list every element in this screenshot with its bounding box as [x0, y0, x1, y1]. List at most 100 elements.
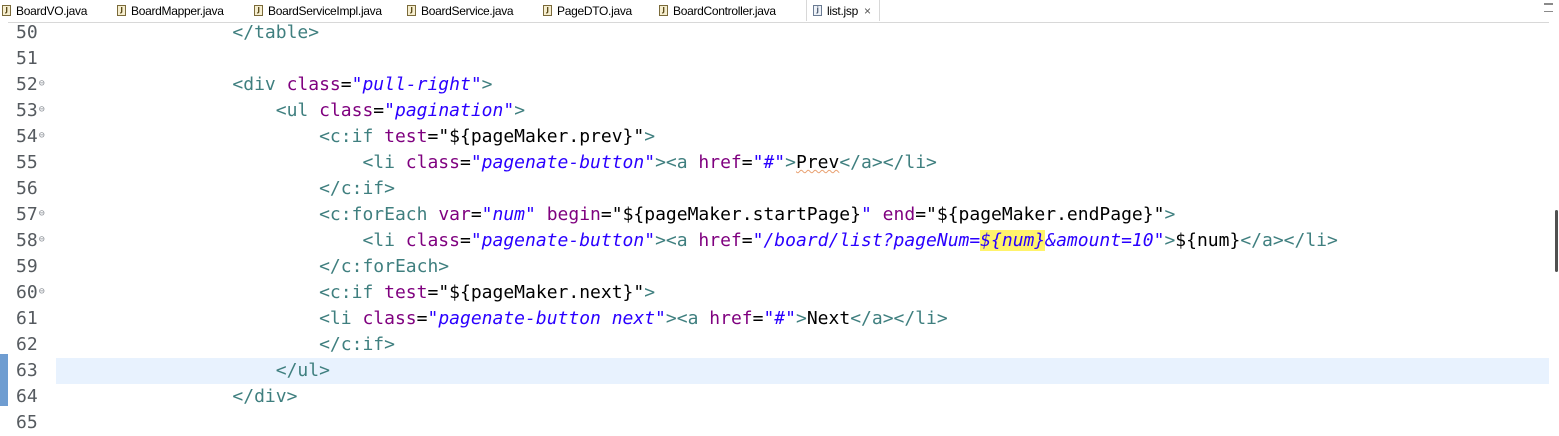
vertical-scrollbar[interactable] [1549, 22, 1559, 415]
line-number: 58⊖ [16, 228, 56, 254]
code-token: > [481, 74, 493, 95]
editor-tab[interactable]: J BoardService.java [407, 0, 514, 21]
line-number: 65 [16, 410, 56, 436]
code-token: "pagenate-button" [470, 230, 656, 251]
code-line: <c:if test="${pageMaker.next}"> [59, 280, 655, 306]
code-token: > [1164, 230, 1176, 251]
code-token: ><a [655, 230, 699, 251]
code-token: = [373, 100, 385, 121]
fold-icon[interactable]: ⊖ [39, 234, 45, 245]
code-token: </c:forEach> [319, 256, 450, 277]
line-number: 52⊖ [16, 72, 56, 98]
line-number: 55 [16, 150, 56, 176]
line-number-text: 57 [16, 204, 38, 225]
minimize-icon[interactable] [1544, 3, 1553, 12]
code-editor[interactable]: 50 </table> 51 52⊖ <div class="pull-right"… [0, 20, 1559, 433]
scrollbar-thumb[interactable] [1555, 210, 1558, 272]
java-file-icon: J [659, 5, 668, 16]
code-token: = [459, 152, 471, 173]
code-line: <li class="pagenate-button"><a href="/bo… [59, 228, 1338, 254]
code-line: </c:forEach> [59, 254, 449, 280]
code-token: "/board/list?pageNum= [752, 230, 981, 251]
tab-label: BoardService.java [421, 3, 514, 18]
code-token: var [438, 204, 471, 225]
code-token: <li [362, 152, 406, 173]
fold-icon[interactable]: ⊖ [39, 208, 45, 219]
code-token: href [698, 152, 742, 173]
editor-tab[interactable]: J PageDTO.java [543, 0, 632, 21]
code-token: </c:if> [319, 178, 395, 199]
line-number-text: 50 [16, 22, 38, 43]
line-number: 57⊖ [16, 202, 56, 228]
code-token: "pagination" [384, 100, 515, 121]
code-token: <c:if [319, 282, 385, 303]
code-token: "num" [481, 204, 536, 225]
line-number-text: 62 [16, 334, 38, 355]
code-token: href [698, 230, 742, 251]
line-number: 63 [16, 358, 56, 384]
code-token: </a></li> [850, 308, 948, 329]
java-file-icon: J [254, 5, 263, 16]
change-ruler [0, 22, 8, 415]
code-token: </a></li> [839, 152, 937, 173]
code-line: <c:forEach var="num" begin="${pageMaker.… [59, 202, 1175, 228]
code-token: " [860, 204, 872, 225]
fold-icon[interactable]: ⊖ [39, 286, 45, 297]
code-token: class [286, 74, 341, 95]
tab-label: BoardController.java [673, 3, 776, 18]
tab-label: PageDTO.java [557, 3, 632, 18]
code-token: end [882, 204, 916, 225]
line-number-text: 52 [16, 74, 38, 95]
code-token: class [319, 100, 374, 121]
code-token: > [644, 282, 656, 303]
line-number-text: 55 [16, 152, 38, 173]
code-line: </table> [59, 20, 319, 46]
editor-tab[interactable]: J BoardController.java [659, 0, 776, 21]
code-line: <li class="pagenate-button next"><a href… [59, 306, 948, 332]
line-number-text: 63 [16, 360, 38, 381]
code-token: > [785, 152, 796, 173]
editor-tab[interactable]: J BoardMapper.java [117, 0, 224, 21]
close-icon[interactable]: × [864, 4, 871, 18]
line-number: 51 [16, 46, 56, 72]
code-token: "#" [763, 308, 796, 329]
line-number: 61 [16, 306, 56, 332]
line-number: 53⊖ [16, 98, 56, 124]
line-number: 64 [16, 384, 56, 410]
code-token: class [405, 152, 460, 173]
code-token: <li [319, 308, 363, 329]
code-line: </div> [59, 384, 297, 410]
tab-label: BoardServiceImpl.java [268, 3, 382, 18]
line-number: 62 [16, 332, 56, 358]
tab-label: BoardVO.java [16, 3, 88, 18]
code-token: </ul> [275, 360, 330, 381]
editor-tab[interactable]: J BoardServiceImpl.java [254, 0, 382, 21]
tab-label: BoardMapper.java [131, 3, 224, 18]
fold-icon[interactable]: ⊖ [39, 104, 45, 115]
code-token: = [741, 152, 753, 173]
code-token: ="${pageMaker.startPage} [600, 204, 861, 225]
fold-icon[interactable]: ⊖ [39, 130, 45, 141]
code-token: "pagenate-button next" [427, 308, 666, 329]
code-line: <c:if test="${pageMaker.prev}"> [59, 124, 655, 150]
line-number-text: 65 [16, 412, 38, 433]
line-number: 56 [16, 176, 56, 202]
line-number: 54⊖ [16, 124, 56, 150]
editor-tab-active[interactable]: j list.jsp × [806, 0, 880, 21]
code-token: <c:forEach [319, 204, 439, 225]
code-token: = [340, 74, 352, 95]
code-token: class [405, 230, 460, 251]
editor-tab[interactable]: J BoardVO.java [2, 0, 87, 21]
fold-icon[interactable]: ⊖ [39, 78, 45, 89]
code-line: <li class="pagenate-button"><a href="#">… [59, 150, 937, 176]
